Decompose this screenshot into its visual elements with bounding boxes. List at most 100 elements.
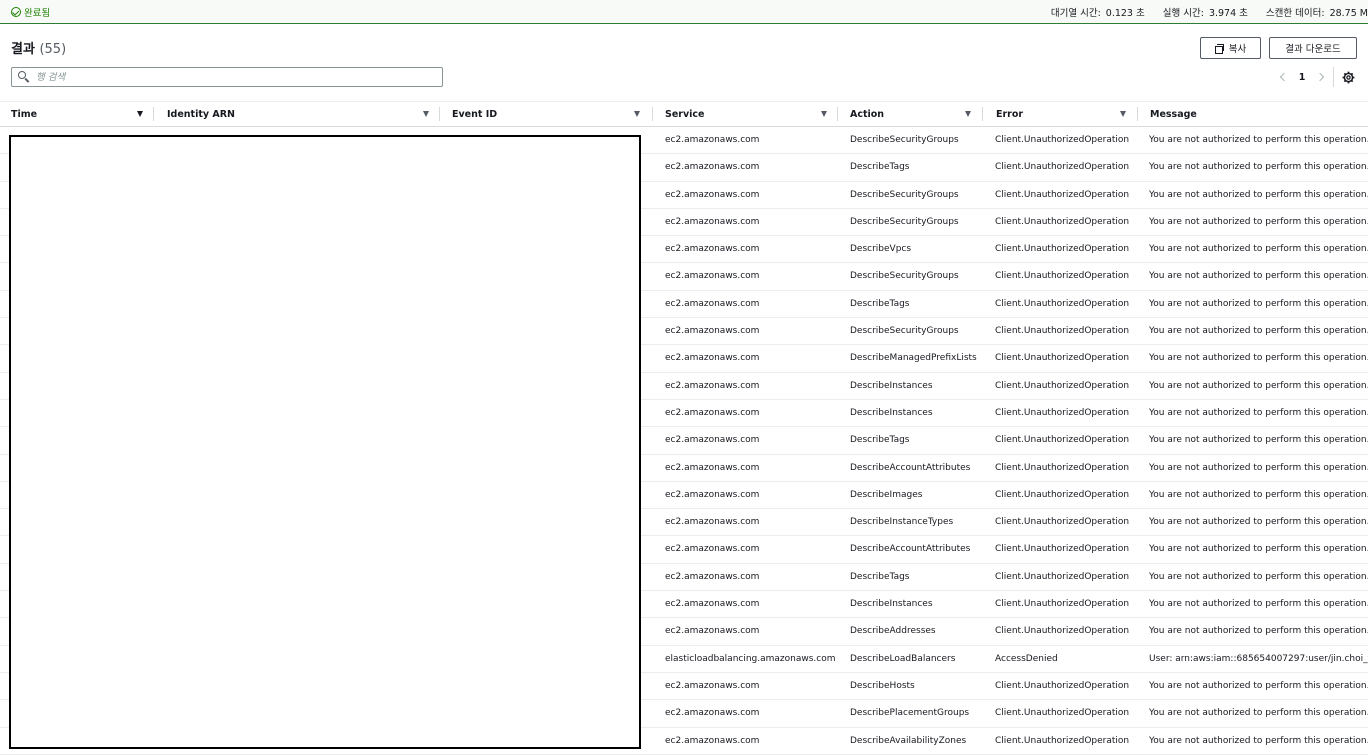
cell-service: elasticloadbalancing.amazonaws.com	[665, 653, 836, 664]
cell-message: You are not authorized to perform this o…	[1149, 708, 1368, 719]
cell-service: ec2.amazonaws.com	[665, 735, 760, 746]
cell-service: ec2.amazonaws.com	[665, 489, 760, 500]
cell-error: Client.UnauthorizedOperation	[995, 462, 1130, 473]
cell-action: DescribeSecurityGroups	[850, 216, 959, 227]
cell-message: You are not authorized to perform this o…	[1149, 189, 1368, 200]
cell-error: Client.UnauthorizedOperation	[995, 435, 1130, 446]
cell-action: DescribeSecurityGroups	[850, 135, 959, 145]
cell-action: DescribeInstances	[850, 407, 933, 418]
cell-action: DescribeAccountAttributes	[850, 544, 971, 555]
cell-error: Client.UnauthorizedOperation	[995, 517, 1130, 528]
cell-action: DescribeSecurityGroups	[850, 326, 959, 337]
cell-service: ec2.amazonaws.com	[665, 435, 760, 446]
cell-message: You are not authorized to perform this o…	[1149, 571, 1368, 582]
cell-action: DescribeInstances	[850, 599, 933, 610]
cell-service: ec2.amazonaws.com	[665, 189, 760, 200]
column-header-message[interactable]: Message	[1150, 102, 1350, 126]
cell-action: DescribeManagedPrefixLists	[850, 353, 977, 364]
query-metrics: 대기열 시간: 0.123 초 실행 시간: 3.974 초 스캔한 데이터: 28.…	[1051, 5, 1368, 19]
cell-error: Client.UnauthorizedOperation	[995, 489, 1130, 500]
cell-action: DescribeVpcs	[850, 244, 912, 255]
cell-message: You are not authorized to perform this o…	[1149, 435, 1368, 446]
sort-icon[interactable]	[634, 111, 640, 117]
cell-error: Client.UnauthorizedOperation	[995, 189, 1130, 200]
cell-message: You are not authorized to perform this o…	[1149, 298, 1368, 309]
cell-error: Client.UnauthorizedOperation	[995, 571, 1130, 582]
cell-service: ec2.amazonaws.com	[665, 599, 760, 610]
cell-service: ec2.amazonaws.com	[665, 571, 760, 582]
row-search[interactable]	[11, 67, 443, 87]
column-header-identity-arn[interactable]: Identity ARN	[167, 102, 437, 126]
cell-message: You are not authorized to perform this o…	[1149, 407, 1368, 418]
column-header-service[interactable]: Service	[665, 102, 835, 126]
metric-run-time: 실행 시간: 3.974 초	[1162, 8, 1248, 19]
sort-icon[interactable]	[423, 111, 429, 117]
cell-service: ec2.amazonaws.com	[665, 407, 760, 418]
gear-icon[interactable]	[1342, 71, 1355, 84]
sort-icon[interactable]	[1120, 111, 1126, 117]
cell-action: DescribeInstances	[850, 380, 933, 391]
cell-error: Client.UnauthorizedOperation	[995, 544, 1130, 555]
cell-service: ec2.amazonaws.com	[665, 708, 760, 719]
cell-service: ec2.amazonaws.com	[665, 271, 760, 282]
copy-button[interactable]: 복사	[1200, 37, 1261, 59]
divider	[1333, 67, 1334, 87]
download-results-button[interactable]: 결과 다운로드	[1269, 37, 1357, 59]
cell-service: ec2.amazonaws.com	[665, 380, 760, 391]
sort-icon[interactable]	[965, 111, 971, 117]
results-count: (55)	[39, 42, 67, 57]
sort-icon[interactable]	[821, 111, 827, 117]
cell-service: ec2.amazonaws.com	[665, 517, 760, 528]
chevron-right-icon[interactable]	[1314, 69, 1328, 85]
redacted-area	[9, 135, 641, 749]
column-header-error[interactable]: Error	[996, 102, 1136, 126]
row-dividers	[0, 127, 9, 755]
cell-error: Client.UnauthorizedOperation	[995, 599, 1130, 610]
cell-action: DescribeHosts	[850, 680, 915, 691]
page-number[interactable]: 1	[1290, 72, 1314, 83]
cell-error: Client.UnauthorizedOperation	[995, 626, 1130, 637]
cell-service: ec2.amazonaws.com	[665, 326, 760, 337]
cell-message: User: arn:aws:iam::685654007297:user/jin…	[1149, 653, 1368, 664]
cell-action: DescribeAvailabilityZones	[850, 735, 967, 746]
pagination: 1	[1276, 69, 1328, 85]
cell-message: You are not authorized to perform this o…	[1149, 735, 1368, 746]
cell-action: DescribePlacementGroups	[850, 708, 970, 719]
cell-message: You are not authorized to perform this o…	[1149, 135, 1368, 145]
cell-action: DescribeSecurityGroups	[850, 189, 959, 200]
cell-action: DescribeLoadBalancers	[850, 653, 956, 664]
chevron-left-icon[interactable]	[1276, 69, 1290, 85]
cell-error: Client.UnauthorizedOperation	[995, 708, 1130, 719]
cell-message: You are not authorized to perform this o…	[1149, 326, 1368, 337]
table-header: Time Identity ARN Event ID Service Actio…	[0, 101, 1368, 127]
cell-error: Client.UnauthorizedOperation	[995, 162, 1130, 173]
cell-error: Client.UnauthorizedOperation	[995, 135, 1130, 145]
column-header-time[interactable]: Time	[11, 102, 151, 126]
cell-message: You are not authorized to perform this o…	[1149, 271, 1368, 282]
cell-message: You are not authorized to perform this o…	[1149, 216, 1368, 227]
cell-message: You are not authorized to perform this o…	[1149, 489, 1368, 500]
cell-service: ec2.amazonaws.com	[665, 462, 760, 473]
cell-message: You are not authorized to perform this o…	[1149, 517, 1368, 528]
search-input[interactable]	[34, 70, 442, 84]
cell-error: AccessDenied	[995, 653, 1058, 664]
column-header-event-id[interactable]: Event ID	[452, 102, 652, 126]
cell-error: Client.UnauthorizedOperation	[995, 298, 1130, 309]
sort-icon[interactable]	[137, 111, 143, 117]
cell-message: You are not authorized to perform this o…	[1149, 599, 1368, 610]
search-icon	[18, 71, 30, 83]
cell-service: ec2.amazonaws.com	[665, 298, 760, 309]
cell-message: You are not authorized to perform this o…	[1149, 680, 1368, 691]
cell-service: ec2.amazonaws.com	[665, 626, 760, 637]
cell-action: DescribeSecurityGroups	[850, 271, 959, 282]
cell-action: DescribeAddresses	[850, 626, 936, 637]
cell-error: Client.UnauthorizedOperation	[995, 735, 1130, 746]
cell-service: ec2.amazonaws.com	[665, 216, 760, 227]
column-header-action[interactable]: Action	[850, 102, 980, 126]
cell-message: You are not authorized to perform this o…	[1149, 462, 1368, 473]
cell-error: Client.UnauthorizedOperation	[995, 353, 1130, 364]
cell-service: ec2.amazonaws.com	[665, 680, 760, 691]
cell-error: Client.UnauthorizedOperation	[995, 407, 1130, 418]
metric-queue-time: 대기열 시간: 0.123 초	[1050, 8, 1145, 19]
cell-error: Client.UnauthorizedOperation	[995, 271, 1130, 282]
